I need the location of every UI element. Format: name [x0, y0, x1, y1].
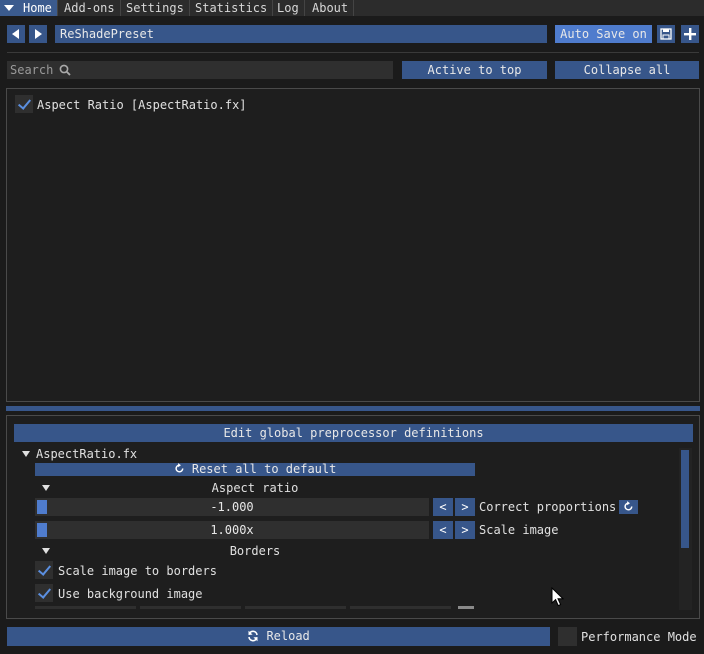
group-borders[interactable]: Borders: [35, 543, 475, 559]
slider-value: -1.000: [210, 500, 254, 514]
performance-mode-checkbox[interactable]: [558, 627, 577, 646]
menu-dropdown-icon[interactable]: [0, 0, 18, 16]
reset-icon: [624, 501, 633, 511]
tab-about[interactable]: About: [307, 0, 355, 16]
reset-all-label: Reset all to default: [191, 462, 337, 476]
effect-name[interactable]: Aspect Ratio [AspectRatio.fx]: [37, 97, 247, 113]
search-input[interactable]: Search: [7, 61, 393, 79]
reset-icon: [175, 463, 184, 473]
increment-button[interactable]: >: [455, 498, 475, 516]
effect-file-header[interactable]: AspectRatio.fx: [36, 446, 137, 462]
add-preset-icon[interactable]: [681, 25, 699, 43]
slider-value: 1.000x: [210, 523, 254, 537]
collapse-all-button[interactable]: Collapse all: [555, 61, 699, 79]
previous-preset-button[interactable]: [7, 25, 25, 43]
reload-label: Reload: [266, 629, 310, 643]
scrollbar-track[interactable]: [679, 448, 692, 610]
correct-proportions-slider[interactable]: -1.000: [35, 498, 429, 516]
partial-row: [140, 606, 241, 609]
partial-row: [35, 606, 136, 609]
scale-image-slider[interactable]: 1.000x: [35, 521, 429, 539]
panel-splitter[interactable]: [6, 406, 700, 411]
parameters-panel: Edit global preprocessor definitions Asp…: [6, 415, 700, 619]
search-placeholder: Search: [10, 63, 54, 77]
partial-row: [245, 606, 346, 609]
search-icon: [59, 64, 71, 76]
increment-button[interactable]: >: [455, 521, 475, 539]
edit-preprocessor-button[interactable]: Edit global preprocessor definitions: [14, 424, 693, 442]
reload-button[interactable]: Reload: [7, 627, 550, 646]
use-bg-image-label: Use background image: [58, 587, 203, 601]
scale-to-borders-checkbox[interactable]: [35, 561, 53, 579]
group-aspect-ratio[interactable]: Aspect ratio: [35, 480, 475, 496]
partial-row: [458, 606, 474, 609]
correct-proportions-label: Correct proportions: [479, 500, 617, 514]
tab-log[interactable]: Log: [272, 0, 305, 16]
use-bg-image-checkbox[interactable]: [35, 584, 53, 602]
tab-add-ons[interactable]: Add-ons: [59, 0, 121, 16]
reset-all-button[interactable]: Reset all to default: [35, 463, 475, 476]
decrement-button[interactable]: <: [433, 498, 453, 516]
auto-save-toggle[interactable]: Auto Save on: [555, 25, 652, 43]
scale-to-borders-label: Scale image to borders: [58, 564, 217, 578]
scrollbar-thumb[interactable]: [681, 450, 689, 548]
decrement-button[interactable]: <: [433, 521, 453, 539]
tab-statistics[interactable]: Statistics: [190, 0, 274, 16]
partial-row: [350, 606, 451, 609]
next-preset-button[interactable]: [29, 25, 47, 43]
reset-value-button[interactable]: [619, 500, 638, 514]
preset-selector[interactable]: ReShadePreset: [55, 25, 547, 43]
scale-image-label: Scale image: [479, 523, 559, 537]
active-to-top-button[interactable]: Active to top: [402, 61, 547, 79]
save-icon[interactable]: [657, 25, 675, 43]
performance-mode-label: Performance Mode: [581, 630, 697, 644]
collapse-arrow-icon[interactable]: [22, 451, 30, 457]
effects-list: Aspect Ratio [AspectRatio.fx]: [6, 88, 700, 402]
mouse-cursor-icon: [551, 587, 565, 607]
reload-icon: [248, 630, 259, 641]
top-tab-bar: Home Add-ons Settings Statistics Log Abo…: [0, 0, 704, 16]
separator: [7, 52, 699, 53]
tab-settings[interactable]: Settings: [121, 0, 190, 16]
tab-home[interactable]: Home: [18, 0, 58, 16]
effect-enabled-checkbox[interactable]: [15, 95, 33, 113]
